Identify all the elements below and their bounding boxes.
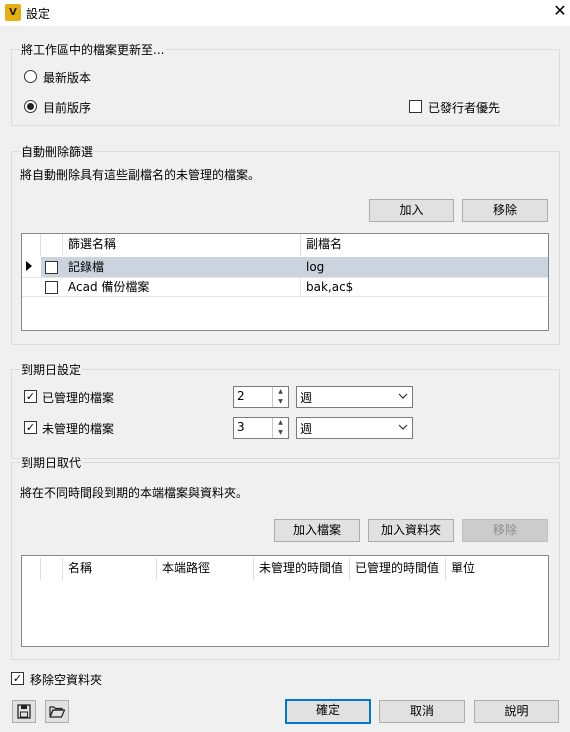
- window-title: 設定: [26, 7, 51, 21]
- radio-current-version[interactable]: [24, 100, 37, 113]
- override-header-managed-time[interactable]: 已管理的時間值: [350, 558, 446, 580]
- unmanaged-unit-value: 週: [300, 422, 313, 436]
- remove-filter-button[interactable]: 移除: [462, 199, 548, 222]
- stepper-down-icon[interactable]: ▼: [273, 397, 288, 407]
- unmanaged-unit-dropdown[interactable]: 週: [296, 417, 413, 439]
- radio-latest-version-label: 最新版本: [43, 71, 92, 85]
- radio-current-version-label: 目前版序: [43, 101, 92, 115]
- app-icon: V: [5, 4, 21, 21]
- open-settings-button[interactable]: [45, 700, 69, 723]
- update-group-title: 將工作區中的檔案更新至...: [20, 41, 166, 58]
- filter-name-cell: 記錄檔: [68, 260, 105, 274]
- row-indicator-icon: [26, 261, 32, 271]
- stepper-up-icon[interactable]: ▲: [273, 418, 288, 428]
- managed-unit-value: 週: [300, 391, 313, 405]
- managed-files-label: 已管理的檔案: [42, 391, 115, 405]
- managed-days-value: 2: [237, 389, 245, 403]
- filter-table-header-check: [41, 234, 63, 256]
- stepper-down-icon[interactable]: ▼: [273, 428, 288, 438]
- managed-unit-dropdown[interactable]: 週: [296, 386, 413, 408]
- filter-table-header-indicator: [22, 234, 41, 256]
- add-folder-button[interactable]: 加入資料夾: [368, 519, 454, 542]
- folder-open-icon: [49, 706, 66, 718]
- unmanaged-days-value: 3: [237, 420, 245, 434]
- managed-days-stepper[interactable]: 2 ▲ ▼: [233, 386, 289, 408]
- expiration-group: [11, 369, 560, 459]
- add-file-button[interactable]: 加入檔案: [274, 519, 360, 542]
- expiration-group-title: 到期日設定: [20, 361, 83, 378]
- chevron-down-icon: [398, 424, 408, 430]
- add-filter-button[interactable]: 加入: [369, 199, 454, 222]
- remove-override-button[interactable]: 移除: [462, 519, 548, 542]
- override-header-blank: [41, 558, 63, 580]
- radio-latest-version[interactable]: [24, 70, 37, 83]
- override-group-title: 到期日取代: [20, 454, 83, 471]
- override-header-unit[interactable]: 單位: [446, 558, 548, 580]
- released-priority-checkbox[interactable]: [409, 100, 422, 113]
- filter-table-header-name[interactable]: 篩選名稱: [63, 234, 301, 256]
- remove-empty-folders-checkbox[interactable]: ✓: [11, 672, 24, 685]
- stepper-up-icon[interactable]: ▲: [273, 387, 288, 397]
- managed-files-checkbox[interactable]: ✓: [24, 390, 37, 403]
- row-checkbox[interactable]: [45, 281, 58, 294]
- title-bar: [0, 0, 570, 26]
- unmanaged-files-checkbox[interactable]: ✓: [24, 421, 37, 434]
- filter-ext-cell: log: [306, 260, 325, 274]
- unmanaged-files-label: 未管理的檔案: [42, 422, 115, 436]
- auto-delete-description: 將自動刪除具有這些副檔名的未管理的檔案。: [20, 168, 261, 182]
- remove-empty-folders-label: 移除空資料夾: [30, 673, 103, 687]
- unmanaged-days-stepper[interactable]: 3 ▲ ▼: [233, 417, 289, 439]
- override-description: 將在不同時間段到期的本端檔案與資料夾。: [20, 486, 249, 500]
- table-row[interactable]: 記錄檔 log: [22, 257, 548, 277]
- chevron-down-icon: [398, 393, 408, 399]
- cancel-button[interactable]: 取消: [379, 700, 465, 723]
- filter-name-cell: Acad 備份檔案: [63, 277, 301, 297]
- override-header-name[interactable]: 名稱: [63, 558, 157, 580]
- row-checkbox[interactable]: [45, 261, 58, 274]
- ok-button[interactable]: 確定: [285, 699, 371, 724]
- help-button[interactable]: 說明: [474, 700, 559, 723]
- table-row[interactable]: Acad 備份檔案 bak,ac$: [22, 277, 548, 297]
- override-header-unmanaged-time[interactable]: 未管理的時間值: [254, 558, 350, 580]
- close-icon[interactable]: ✕: [550, 1, 570, 20]
- released-priority-label: 已發行者優先: [428, 101, 501, 115]
- filter-ext-cell: bak,ac$: [306, 280, 354, 294]
- filter-table: 篩選名稱 副檔名 記錄檔 log Acad 備份檔案 bak,ac$: [21, 233, 549, 331]
- auto-delete-group-title: 自動刪除篩選: [20, 143, 95, 160]
- override-header-local-path[interactable]: 本端路徑: [157, 558, 254, 580]
- save-icon: [17, 704, 31, 719]
- override-table: 名稱 本端路徑 未管理的時間值 已管理的時間值 單位: [21, 555, 549, 647]
- override-header-indicator: [22, 558, 41, 580]
- filter-table-header-ext[interactable]: 副檔名: [301, 234, 548, 256]
- save-settings-button[interactable]: [12, 700, 36, 723]
